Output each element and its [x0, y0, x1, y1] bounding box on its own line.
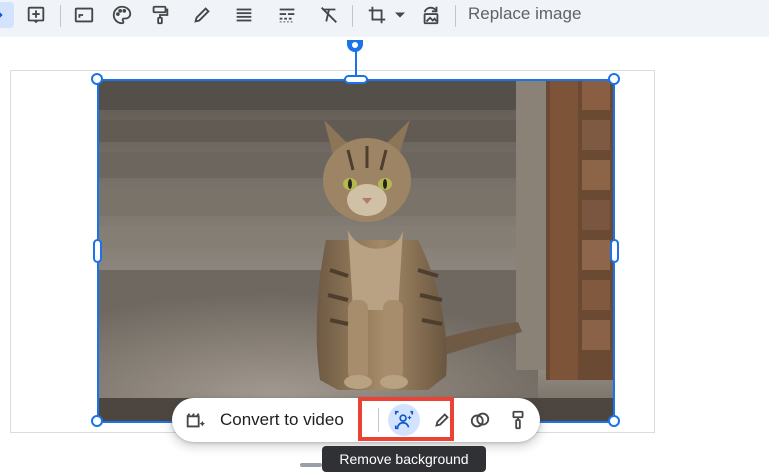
- remove-background-tooltip: Remove background: [322, 446, 486, 472]
- resize-handle-left[interactable]: [93, 239, 102, 263]
- crop-icon: [368, 6, 386, 24]
- resize-handle-top-right[interactable]: [608, 73, 620, 85]
- toolbar-divider: [352, 5, 353, 27]
- resize-handle-top-left[interactable]: [91, 73, 103, 85]
- paint-format-button[interactable]: [145, 2, 175, 28]
- person-sparkle-icon: [394, 410, 414, 430]
- image-options-button[interactable]: [69, 2, 99, 28]
- cursor-arrow-icon: [0, 12, 3, 18]
- paint-format-icon: [512, 410, 524, 430]
- resize-handle-top[interactable]: [344, 75, 368, 84]
- recolor-button[interactable]: [107, 2, 137, 28]
- line-weight-icon: [236, 8, 252, 22]
- add-box-icon: [27, 6, 45, 24]
- paint-format-icon: [152, 5, 169, 25]
- video-sparkle-icon: [186, 413, 206, 428]
- edit-image-button[interactable]: [426, 404, 458, 436]
- pencil-icon: [194, 7, 210, 23]
- reset-image-icon: [423, 6, 439, 25]
- overlap-circles-icon: [470, 412, 490, 428]
- replace-image-button[interactable]: Replace image: [468, 4, 581, 24]
- line-dash-icon: [279, 8, 295, 23]
- image-toolbar: Replace image: [0, 0, 769, 37]
- remove-background-button[interactable]: [388, 404, 420, 436]
- border-dash-button[interactable]: [272, 2, 302, 28]
- pencil-icon: [435, 413, 449, 427]
- clear-formatting-icon: [321, 7, 337, 23]
- crop-frame-icon: [74, 7, 94, 23]
- select-tool-button[interactable]: [0, 2, 14, 28]
- new-slide-button[interactable]: [21, 2, 51, 28]
- border-weight-button[interactable]: [229, 2, 259, 28]
- rotation-line: [355, 50, 357, 78]
- resize-handle-bottom-right[interactable]: [608, 415, 620, 427]
- dropdown-arrow-icon: [395, 12, 405, 18]
- crop-button[interactable]: [362, 2, 392, 28]
- clear-formatting-button[interactable]: [314, 2, 344, 28]
- floating-toolbar-divider: [378, 408, 379, 432]
- scroll-indicator: [300, 463, 322, 467]
- reset-image-button[interactable]: [416, 2, 446, 28]
- selected-image[interactable]: [98, 80, 614, 422]
- resize-handle-bottom-left[interactable]: [91, 415, 103, 427]
- floating-image-toolbar: Convert to video: [172, 398, 540, 442]
- toolbar-divider: [455, 5, 456, 27]
- paint-format-button[interactable]: [502, 404, 534, 436]
- cat-photo: [98, 80, 614, 422]
- rotate-handle[interactable]: [347, 40, 363, 52]
- crop-dropdown-button[interactable]: [390, 2, 410, 28]
- resize-handle-right[interactable]: [610, 239, 619, 263]
- toolbar-divider: [60, 5, 61, 27]
- convert-to-video-label: Convert to video: [220, 410, 344, 429]
- palette-icon: [112, 5, 132, 25]
- border-color-button[interactable]: [187, 2, 217, 28]
- image-effects-button[interactable]: [464, 404, 496, 436]
- convert-to-video-button[interactable]: Convert to video: [184, 404, 344, 436]
